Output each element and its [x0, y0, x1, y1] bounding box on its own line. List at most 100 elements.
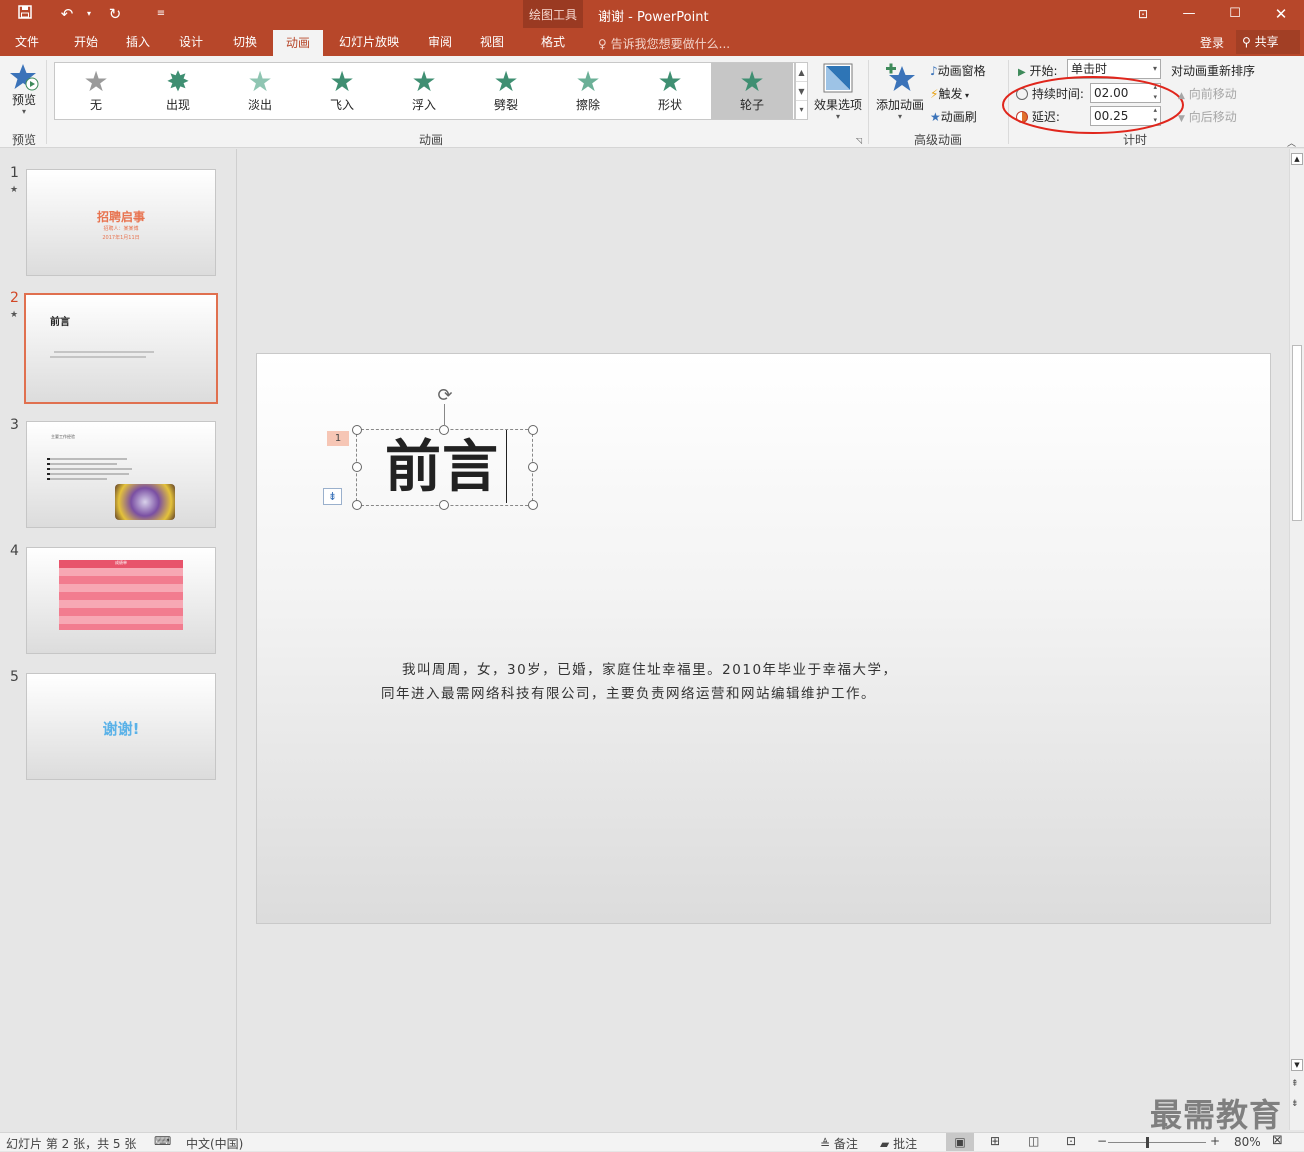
customize-qat-icon[interactable]: ≡: [150, 4, 172, 24]
slide-thumbnail-5[interactable]: 谢谢!: [26, 673, 216, 780]
slide-counter: 幻灯片 第 2 张，共 5 张: [6, 1137, 137, 1151]
undo-icon[interactable]: ↶: [56, 4, 78, 24]
scroll-thumb[interactable]: [1292, 345, 1302, 521]
resize-handle[interactable]: [528, 425, 538, 435]
slide-thumbnail-3[interactable]: 主要工作经验: [26, 421, 216, 528]
resize-handle[interactable]: [528, 500, 538, 510]
save-icon[interactable]: [14, 4, 36, 24]
tab-view[interactable]: 视图: [468, 28, 516, 56]
slide-sorter-icon[interactable]: ⊞: [990, 1134, 1000, 1148]
anim-fade[interactable]: ★ 淡出: [219, 63, 301, 119]
anim-wipe[interactable]: ★ 擦除: [547, 63, 629, 119]
dialog-launcher-icon[interactable]: ◹: [856, 136, 862, 145]
gallery-up-icon[interactable]: ▲: [796, 63, 807, 82]
anim-wheel[interactable]: ★ 轮子: [711, 63, 793, 119]
reading-view-icon[interactable]: ◫: [1028, 1134, 1039, 1148]
scroll-up-icon[interactable]: ▲: [1291, 153, 1303, 165]
zoom-in-icon[interactable]: +: [1210, 1134, 1220, 1148]
preview-button[interactable]: 预览 ▾: [8, 62, 40, 116]
zoom-level[interactable]: 80%: [1234, 1135, 1261, 1149]
slide-thumbnail-1[interactable]: 招聘启事 招聘人：某某博 2017年1月11日: [26, 169, 216, 276]
group-label-preview: 预览: [11, 133, 36, 147]
tab-design[interactable]: 设计: [167, 28, 215, 56]
animation-pane-button[interactable]: ♪动画窗格: [930, 62, 986, 79]
share-button[interactable]: ⚲ 共享: [1236, 30, 1300, 54]
move-earlier-button[interactable]: ▲ 向前移动: [1178, 85, 1237, 102]
notes-button[interactable]: ≜ 备注: [820, 1135, 858, 1152]
resize-handle[interactable]: [352, 500, 362, 510]
prev-slide-icon[interactable]: ⇞: [1291, 1079, 1299, 1089]
minimize-icon[interactable]: —: [1166, 0, 1212, 28]
resize-handle[interactable]: [352, 462, 362, 472]
add-animation-button[interactable]: 添加动画 ▾: [874, 62, 926, 121]
resize-handle[interactable]: [439, 425, 449, 435]
anim-shape[interactable]: ★ 形状: [629, 63, 711, 119]
gallery-down-icon[interactable]: ▼: [796, 82, 807, 101]
reorder-label: 对动画重新排序: [1171, 64, 1256, 78]
tab-format[interactable]: 格式: [526, 28, 580, 56]
anim-float-in[interactable]: ★ 浮入: [383, 63, 465, 119]
zoom-slider[interactable]: [1108, 1142, 1206, 1143]
anim-none-label: 无: [89, 98, 102, 112]
move-later-button[interactable]: ▼ 向后移动: [1178, 108, 1237, 125]
gallery-scroll[interactable]: ▲ ▼ ▾: [795, 62, 808, 120]
collapse-ribbon-icon[interactable]: ︿: [1287, 136, 1296, 149]
tab-home[interactable]: 开始: [62, 28, 110, 56]
zoom-slider-thumb[interactable]: [1146, 1137, 1149, 1148]
redo-icon[interactable]: ↻: [104, 4, 126, 24]
chevron-down-icon: ▾: [835, 112, 840, 121]
effect-options-label: 效果选项: [813, 98, 862, 112]
maximize-icon[interactable]: ☐: [1212, 0, 1258, 28]
title-placeholder[interactable]: 前言: [356, 429, 533, 506]
trigger-button[interactable]: ⚡触发 ▾: [930, 85, 969, 102]
notes-icon: ≜: [820, 1137, 831, 1151]
resize-handle[interactable]: [352, 425, 362, 435]
animation-painter-button[interactable]: ★动画刷: [930, 108, 977, 125]
slide-body-text[interactable]: 我叫周周，女，30岁，已婚，家庭住址幸福里。2010年毕业于幸福大学， 同年进入…: [381, 658, 1081, 706]
anim-wheel-label: 轮子: [739, 98, 764, 112]
slide-title[interactable]: 前言: [385, 435, 499, 501]
tab-animations[interactable]: 动画: [273, 30, 323, 56]
slide-thumbnail-pane: 1 ★ 招聘启事 招聘人：某某博 2017年1月11日 2 ★ 前言 3 主要工…: [0, 149, 237, 1130]
rotate-handle-icon[interactable]: ⟳: [434, 385, 456, 407]
resize-handle[interactable]: [528, 462, 538, 472]
next-slide-icon[interactable]: ⇟: [1291, 1099, 1299, 1109]
ribbon-display-icon[interactable]: ⊡: [1120, 0, 1166, 28]
anim-wheel-icon: ★: [739, 65, 765, 98]
slideshow-view-icon[interactable]: ⊡: [1066, 1134, 1076, 1148]
chevron-down-icon[interactable]: ▾: [78, 4, 100, 24]
zoom-out-icon[interactable]: −: [1097, 1134, 1107, 1148]
slide-thumbnail-4[interactable]: 成绩单: [26, 547, 216, 654]
anim-split[interactable]: ★ 劈裂: [465, 63, 547, 119]
comments-button[interactable]: ▰ 批注: [880, 1135, 917, 1152]
resize-handle[interactable]: [439, 500, 449, 510]
autofit-options-icon[interactable]: ⇟: [323, 488, 342, 505]
fit-to-window-icon[interactable]: ⊠: [1272, 1133, 1283, 1148]
signin-link[interactable]: 登录: [1200, 34, 1224, 51]
watermark-logo: 最需教育: [1150, 1096, 1283, 1134]
anim-appear[interactable]: ✸ 出现: [137, 63, 219, 119]
tell-me-search[interactable]: ♀ 告诉我您想要做什么...: [598, 35, 730, 52]
tab-file[interactable]: 文件: [4, 28, 50, 56]
spellcheck-icon[interactable]: ⌨: [154, 1134, 171, 1148]
lightbulb-icon: ♀: [598, 37, 607, 51]
slide-thumbnail-2[interactable]: 前言: [24, 293, 218, 404]
language-indicator[interactable]: 中文(中国): [186, 1135, 243, 1152]
tab-transitions[interactable]: 切换: [221, 28, 269, 56]
arrow-up-icon: ▲: [1178, 91, 1185, 101]
anim-none[interactable]: ★ 无: [55, 63, 137, 119]
anim-fly-in[interactable]: ★ 飞入: [301, 63, 383, 119]
tab-review[interactable]: 审阅: [416, 28, 464, 56]
current-slide[interactable]: 1 ⇟ 前言 ⟳ 我叫周周，女，30岁，已婚，家庭住址幸福里。2010年毕业于幸…: [256, 353, 1271, 924]
thumb-subtitle: 招聘人：某某博: [103, 226, 139, 232]
vertical-scrollbar[interactable]: ▲ ▼ ⇞ ⇟: [1289, 149, 1304, 1130]
gallery-more-icon[interactable]: ▾: [796, 101, 807, 119]
effect-options-button[interactable]: 效果选项 ▾: [812, 62, 864, 121]
scroll-down-icon[interactable]: ▼: [1291, 1059, 1303, 1071]
tab-slideshow[interactable]: 幻灯片放映: [332, 28, 406, 56]
tab-insert[interactable]: 插入: [114, 28, 162, 56]
normal-view-icon[interactable]: ▣: [946, 1133, 974, 1151]
animation-order-badge[interactable]: 1: [327, 431, 349, 446]
close-icon[interactable]: ✕: [1258, 0, 1304, 28]
share-label: 共享: [1254, 35, 1279, 49]
